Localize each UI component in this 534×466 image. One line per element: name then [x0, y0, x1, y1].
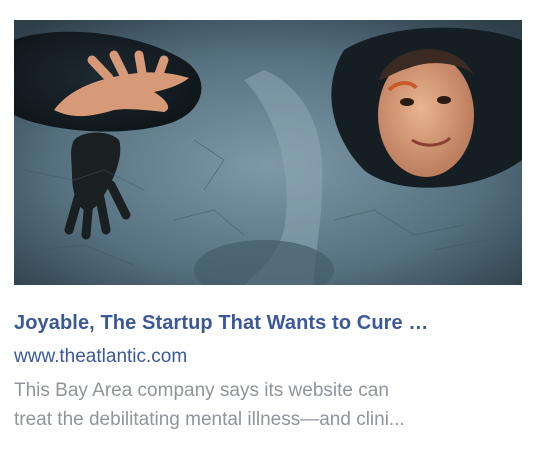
description-line: treat the debilitating mental illness—an… — [14, 409, 405, 430]
preview-image-art — [14, 20, 522, 285]
article-description: This Bay Area company says its website c… — [14, 376, 522, 434]
source-domain[interactable]: www.theatlantic.com — [14, 346, 187, 368]
preview-image[interactable] — [14, 20, 522, 285]
description-line: This Bay Area company says its website c… — [14, 380, 389, 401]
link-preview-card[interactable]: Joyable, The Startup That Wants to Cure … — [0, 0, 534, 466]
article-title[interactable]: Joyable, The Startup That Wants to Cure … — [14, 312, 522, 335]
